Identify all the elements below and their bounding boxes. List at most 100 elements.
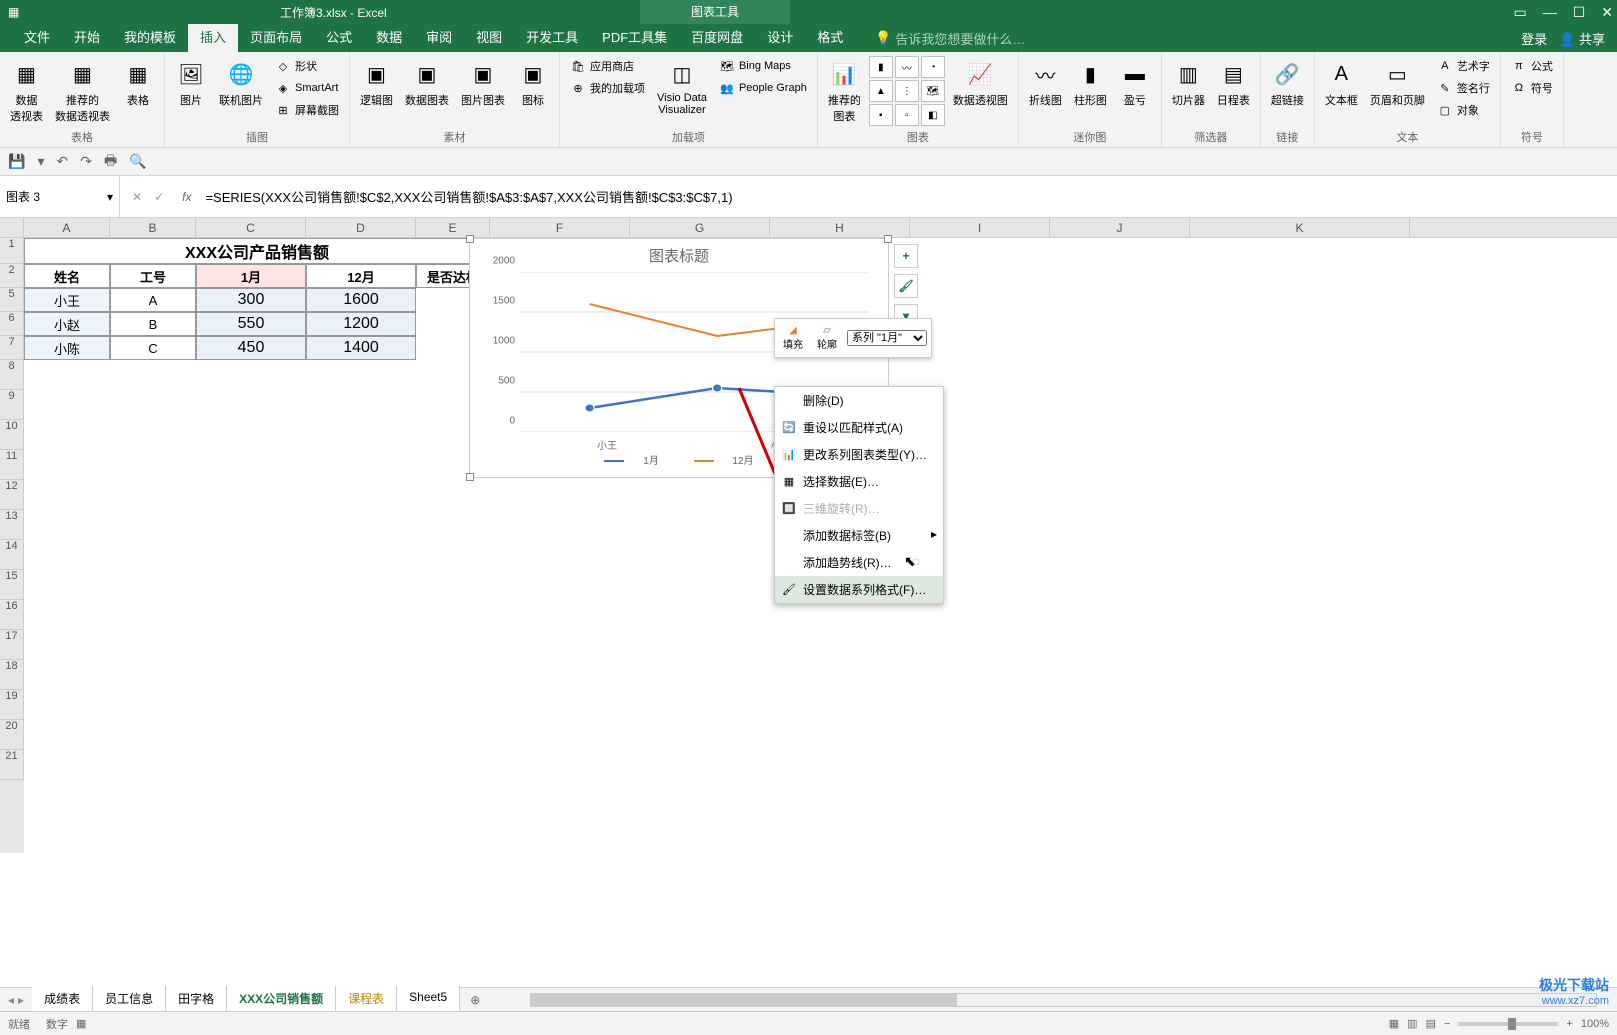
pivot-table-button[interactable]: ▦数据 透视表 [6, 56, 47, 126]
chart-elements-button[interactable]: + [894, 244, 918, 268]
cell-D5[interactable]: 1600 [306, 288, 416, 312]
cell-A5[interactable]: 小王 [24, 288, 110, 312]
table-button[interactable]: ▦表格 [118, 56, 158, 110]
th-m1[interactable]: 1月 [196, 264, 306, 288]
zoom-in-icon[interactable]: + [1566, 1018, 1572, 1030]
cm-select-data[interactable]: ▦选择数据(E)… [775, 468, 943, 495]
cell-C6[interactable]: 550 [196, 312, 306, 336]
row-10[interactable]: 10 [0, 420, 24, 450]
hscroll-thumb[interactable] [531, 994, 957, 1006]
row-16[interactable]: 16 [0, 600, 24, 630]
chart-bar-icon[interactable]: ▮ [869, 56, 893, 78]
accept-formula-icon[interactable]: ✓ [154, 190, 164, 204]
row-14[interactable]: 14 [0, 540, 24, 570]
undo-icon[interactable]: ↶ [56, 153, 68, 170]
mini-series-select[interactable]: 系列 "1月" [847, 330, 927, 346]
col-A[interactable]: A [24, 218, 110, 237]
row-18[interactable]: 18 [0, 660, 24, 690]
row-8[interactable]: 8 [0, 360, 24, 390]
cm-change-type[interactable]: 📊更改系列图表类型(Y)… [775, 441, 943, 468]
wordart-button[interactable]: A艺术字 [1433, 56, 1494, 76]
visio-button[interactable]: ◫Visio Data Visualizer [653, 56, 711, 118]
sheet-tab-3[interactable]: 田字格 [166, 986, 227, 1013]
chart-surf-icon[interactable]: ▫ [895, 104, 919, 126]
chart-stock-icon[interactable]: ▪ [869, 104, 893, 126]
symbol-button[interactable]: Ω符号 [1507, 78, 1557, 98]
name-box[interactable]: 图表 3 ▾ [0, 176, 120, 217]
cell-C7[interactable]: 450 [196, 336, 306, 360]
picture-button[interactable]: 🖼图片 [171, 56, 211, 110]
preview-icon[interactable]: 🔍 [129, 153, 146, 170]
row-11[interactable]: 11 [0, 450, 24, 480]
cm-delete[interactable]: 删除(D) [775, 387, 943, 414]
col-K[interactable]: K [1190, 218, 1410, 237]
row-20[interactable]: 20 [0, 720, 24, 750]
row-13[interactable]: 13 [0, 510, 24, 540]
row-15[interactable]: 15 [0, 570, 24, 600]
sheet-nav-next-icon[interactable]: ▸ [18, 993, 24, 1007]
tab-file[interactable]: 文件 [12, 24, 62, 52]
view-normal-icon[interactable]: ▦ [1389, 1017, 1399, 1030]
sheet-tab-2[interactable]: 员工信息 [93, 986, 166, 1013]
cells-area[interactable]: XXX公司产品销售额 姓名 工号 1月 12月 是否达标 小王 A 300 16… [24, 238, 1617, 853]
col-B[interactable]: B [110, 218, 196, 237]
row-6[interactable]: 6 [0, 312, 24, 336]
horizontal-scrollbar[interactable] [530, 993, 1597, 1007]
tab-review[interactable]: 审阅 [414, 24, 464, 52]
maximize-icon[interactable]: ☐ [1573, 4, 1586, 21]
cell-B5[interactable]: A [110, 288, 196, 312]
row-19[interactable]: 19 [0, 690, 24, 720]
row-7[interactable]: 7 [0, 336, 24, 360]
zoom-thumb[interactable] [1508, 1018, 1516, 1030]
tab-pdf[interactable]: PDF工具集 [590, 24, 679, 52]
chart-handle-nw[interactable] [466, 235, 474, 243]
minimize-icon[interactable]: — [1543, 4, 1557, 21]
cm-add-label[interactable]: 添加数据标签(B)▸ [775, 522, 943, 549]
sheet-tab-6[interactable]: Sheet5 [397, 986, 460, 1013]
mini-fill-button[interactable]: ◢ 填充 [779, 323, 807, 353]
rec-chart-button[interactable]: 📊推荐的 图表 [824, 56, 865, 126]
zoom-slider[interactable] [1458, 1022, 1558, 1026]
col-E[interactable]: E [416, 218, 490, 237]
cancel-formula-icon[interactable]: ✕ [132, 190, 142, 204]
sm1-button[interactable]: ▣逻辑图 [356, 56, 397, 110]
tell-me-search[interactable]: 💡 告诉我您想要做什么… [875, 29, 1025, 48]
chart-scatter-icon[interactable]: ⋮ [895, 80, 919, 102]
chart-handle-ne[interactable] [884, 235, 892, 243]
sm3-button[interactable]: ▣图片图表 [457, 56, 509, 110]
mini-outline-button[interactable]: ▱ 轮廓 [813, 323, 841, 353]
save-icon[interactable]: 💾 [8, 153, 25, 170]
cell-A7[interactable]: 小陈 [24, 336, 110, 360]
screenshot-button[interactable]: ⊞屏幕截图 [271, 100, 343, 120]
chevron-down-icon[interactable]: ▾ [107, 190, 113, 204]
myaddins-button[interactable]: ⊕我的加载项 [566, 78, 649, 98]
redo-icon[interactable]: ↷ [80, 153, 92, 170]
smartart-button[interactable]: ◈SmartArt [271, 78, 343, 98]
col-J[interactable]: J [1050, 218, 1190, 237]
tab-data[interactable]: 数据 [364, 24, 414, 52]
shapes-button[interactable]: ◇形状 [271, 56, 343, 76]
store-button[interactable]: 🛍应用商店 [566, 56, 649, 76]
select-all-corner[interactable] [0, 218, 24, 237]
view-break-icon[interactable]: ▤ [1426, 1017, 1436, 1030]
sm2-button[interactable]: ▣数据图表 [401, 56, 453, 110]
chart-styles-button[interactable]: 🖌 [894, 274, 918, 298]
object-button[interactable]: ▢对象 [1433, 100, 1494, 120]
cm-reset[interactable]: 🔄重设以匹配样式(A) [775, 414, 943, 441]
zoom-out-icon[interactable]: − [1444, 1018, 1450, 1030]
pivot-chart-button[interactable]: 📈数据透视图 [949, 56, 1012, 110]
series-1-marker-1[interactable] [585, 404, 594, 412]
table-title[interactable]: XXX公司产品销售额 [24, 238, 490, 264]
tab-layout[interactable]: 页面布局 [238, 24, 314, 52]
series-1-marker-2[interactable] [713, 384, 722, 392]
chart-pie-icon[interactable]: ◔ [921, 56, 945, 78]
row-9[interactable]: 9 [0, 390, 24, 420]
tab-view[interactable]: 视图 [464, 24, 514, 52]
spark-col-button[interactable]: ▮柱形图 [1070, 56, 1111, 110]
chart-map-icon[interactable]: 🗺 [921, 80, 945, 102]
col-G[interactable]: G [630, 218, 770, 237]
cell-B6[interactable]: B [110, 312, 196, 336]
online-pic-button[interactable]: 🌐联机图片 [215, 56, 267, 110]
row-17[interactable]: 17 [0, 630, 24, 660]
spark-winloss-button[interactable]: ▬盈亏 [1115, 56, 1155, 110]
